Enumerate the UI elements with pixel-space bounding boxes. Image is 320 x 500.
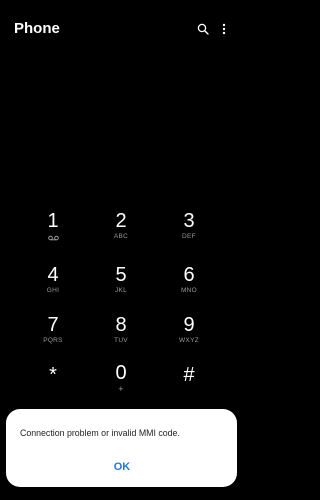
key-3[interactable]: 3 DEF	[159, 210, 219, 254]
key-letters: WXYZ	[179, 337, 199, 344]
key-digit: 6	[183, 264, 195, 286]
key-letters: DEF	[182, 233, 196, 240]
app-title: Phone	[14, 20, 60, 37]
more-options-icon[interactable]	[215, 20, 233, 38]
dialog-message: Connection problem or invalid MMI code.	[20, 428, 180, 438]
key-digit: 3	[183, 210, 195, 232]
key-4[interactable]: 4 GHI	[23, 264, 83, 308]
key-letters: ABC	[113, 233, 129, 240]
key-1[interactable]: 1	[23, 210, 83, 254]
key-digit: 0	[115, 362, 127, 384]
key-letters: +	[118, 384, 124, 394]
error-dialog: Connection problem or invalid MMI code. …	[6, 409, 237, 487]
key-digit: #	[183, 364, 195, 386]
key-letters: JKL	[114, 287, 128, 294]
ok-button[interactable]: OK	[101, 457, 143, 477]
key-6[interactable]: 6 MNO	[159, 264, 219, 308]
key-7[interactable]: 7 PQRS	[23, 314, 83, 358]
system-nav-bar	[0, 490, 243, 500]
key-digit: 2	[115, 210, 127, 232]
key-letters: GHI	[46, 287, 60, 294]
key-letters: MNO	[180, 287, 198, 294]
key-0[interactable]: 0 +	[91, 362, 151, 406]
key-digit: 1	[47, 210, 59, 232]
key-digit: 7	[47, 314, 59, 336]
key-hash[interactable]: #	[159, 364, 219, 408]
key-star[interactable]: *	[23, 364, 83, 408]
key-5[interactable]: 5 JKL	[91, 264, 151, 308]
key-digit: *	[49, 364, 57, 386]
search-icon[interactable]	[194, 20, 212, 38]
voicemail-icon	[47, 232, 59, 242]
key-digit: 9	[183, 314, 195, 336]
key-2[interactable]: 2 ABC	[91, 210, 151, 254]
top-bar: Phone	[0, 0, 243, 58]
key-letters: PQRS	[43, 337, 63, 344]
key-digit: 8	[115, 314, 127, 336]
key-digit: 5	[115, 264, 127, 286]
key-digit: 4	[47, 264, 59, 286]
key-letters: TUV	[114, 337, 128, 344]
key-9[interactable]: 9 WXYZ	[159, 314, 219, 358]
key-8[interactable]: 8 TUV	[91, 314, 151, 358]
